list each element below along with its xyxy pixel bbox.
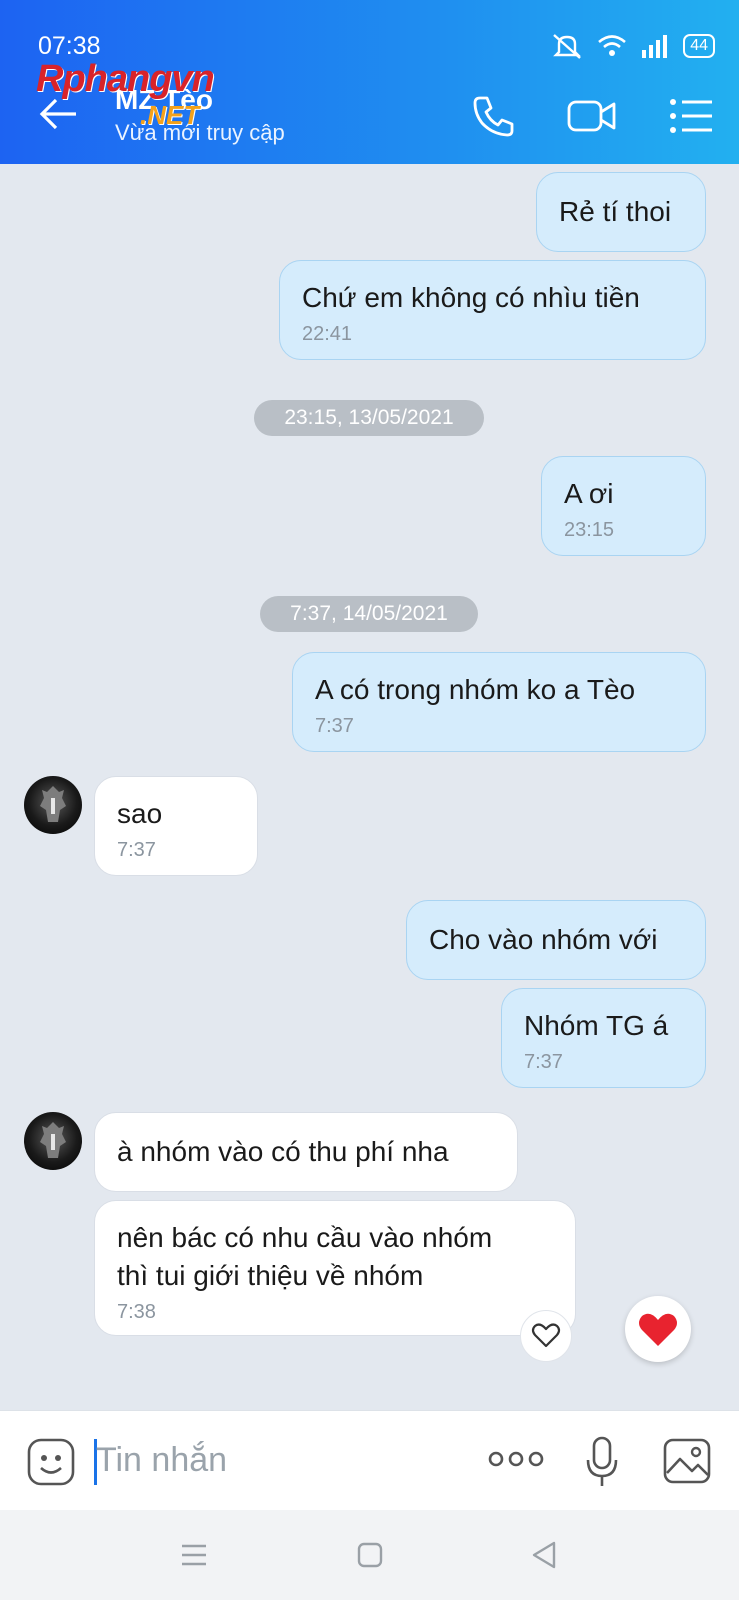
battery-icon: 44 <box>683 34 715 58</box>
date-separator: 23:15, 13/05/2021 <box>254 400 484 436</box>
image-icon[interactable] <box>662 1437 712 1485</box>
battery-level: 44 <box>690 37 708 54</box>
contact-avatar[interactable] <box>24 776 82 834</box>
signal-icon <box>642 35 668 58</box>
message-text: à nhóm vào có thu phí nha <box>117 1136 449 1167</box>
message-text: Nhóm TG á <box>524 1010 669 1041</box>
heart-outline-icon <box>531 1323 561 1348</box>
outgoing-message[interactable]: Rẻ tí thoi <box>536 172 706 252</box>
outgoing-message[interactable]: Cho vào nhóm với <box>406 900 706 980</box>
react-heart-button[interactable] <box>520 1310 572 1362</box>
message-text: A có trong nhóm ko a Tèo <box>315 674 636 705</box>
message-time: 7:37 <box>524 1051 563 1073</box>
back-nav-icon[interactable] <box>530 1540 558 1570</box>
quick-reaction-button[interactable] <box>625 1296 691 1362</box>
heart-icon <box>639 1313 677 1346</box>
message-text: Rẻ tí thoi <box>559 196 672 227</box>
outgoing-message[interactable]: Nhóm TG á 7:37 <box>501 988 706 1088</box>
status-icons: 44 <box>551 32 715 60</box>
date-separator: 7:37, 14/05/2021 <box>260 596 478 632</box>
message-text: A ơi <box>564 478 614 509</box>
message-text: Chứ em không có nhìu tiền <box>302 282 640 313</box>
status-time: 07:38 <box>38 32 101 60</box>
incoming-message[interactable]: à nhóm vào có thu phí nha <box>94 1112 518 1192</box>
watermark-logo: Rphangvn <box>36 58 215 100</box>
message-time: 7:38 <box>117 1301 156 1323</box>
outgoing-message[interactable]: Chứ em không có nhìu tiền 22:41 <box>279 260 706 360</box>
recent-apps-icon[interactable] <box>180 1542 208 1568</box>
outgoing-message[interactable]: A ơi 23:15 <box>541 456 706 556</box>
sticker-icon[interactable] <box>26 1437 76 1487</box>
chat-header: 07:38 44 MZ Tèo Vừa mới truy cập Rphangv… <box>0 0 739 164</box>
system-nav-bar <box>0 1510 739 1600</box>
incoming-message[interactable]: nên bác có nhu cầu vào nhóm thì tui giới… <box>94 1200 576 1336</box>
microphone-icon[interactable] <box>584 1435 620 1489</box>
contact-avatar[interactable] <box>24 1112 82 1170</box>
message-text: sao <box>117 798 163 829</box>
message-time: 7:37 <box>315 715 354 737</box>
menu-icon[interactable] <box>668 92 716 140</box>
outgoing-message[interactable]: A có trong nhóm ko a Tèo 7:37 <box>292 652 706 752</box>
video-call-icon[interactable] <box>566 92 618 140</box>
phone-icon[interactable] <box>470 92 518 140</box>
avatar-figure-icon <box>40 1122 66 1158</box>
message-text: Cho vào nhóm với <box>429 924 658 955</box>
message-composer: Tin nhắn <box>0 1410 739 1511</box>
message-time: 7:37 <box>117 839 156 861</box>
avatar-figure-icon <box>40 786 66 822</box>
watermark-logo-suffix: .NET <box>140 100 200 130</box>
mute-bell-icon <box>553 34 582 59</box>
message-text-line: thì tui giới thiệu về nhóm <box>117 1260 424 1291</box>
more-options-icon[interactable] <box>487 1447 545 1471</box>
message-text-line: nên bác có nhu cầu vào nhóm <box>117 1222 493 1253</box>
incoming-message[interactable]: sao 7:37 <box>94 776 258 876</box>
message-time: 23:15 <box>564 519 615 541</box>
home-icon[interactable] <box>356 1541 384 1569</box>
wifi-icon <box>598 35 627 56</box>
message-list[interactable]: Rẻ tí thoi Chứ em không có nhìu tiền 22:… <box>0 164 739 1410</box>
message-time: 22:41 <box>302 323 353 345</box>
message-input[interactable]: Tin nhắn <box>96 1441 227 1480</box>
